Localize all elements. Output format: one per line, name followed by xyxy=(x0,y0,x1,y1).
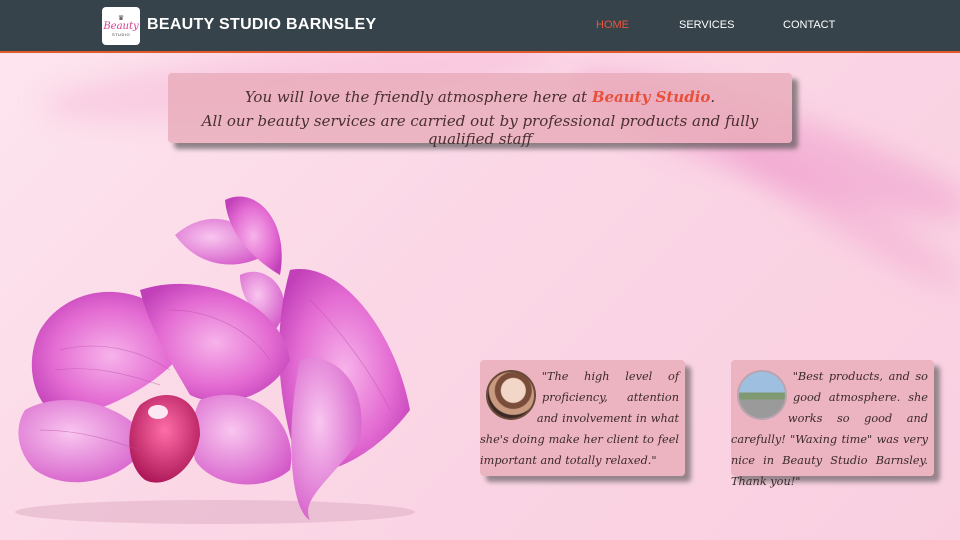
banner-text-end: . xyxy=(710,88,716,106)
top-navigation-bar: ♛ Beauty STUDIO BEAUTY STUDIO BARNSLEY H… xyxy=(0,0,960,53)
brand-title[interactable]: BEAUTY STUDIO BARNSLEY xyxy=(147,16,376,34)
testimonial-card-1: "The high level of proficiency, attentio… xyxy=(480,360,685,476)
welcome-banner: You will love the friendly atmosphere he… xyxy=(168,73,792,148)
mother-and-baby-photo xyxy=(486,370,536,420)
banner-accent-brand: Beauty Studio xyxy=(591,88,711,106)
person-on-road-photo xyxy=(737,370,787,420)
logo-sub-text: STUDIO xyxy=(111,32,131,37)
orchid-flower-image xyxy=(15,196,415,524)
testimonial-card-2: "Best products, and so good atmosphere. … xyxy=(731,360,934,488)
banner-line-2: All our beauty services are carried out … xyxy=(201,112,759,148)
banner-line-1: You will love the friendly atmosphere he… xyxy=(168,88,792,106)
nav-home[interactable]: HOME xyxy=(596,19,629,31)
studio-logo[interactable]: ♛ Beauty STUDIO xyxy=(102,7,140,45)
nav-services[interactable]: SERVICES xyxy=(679,19,734,31)
banner-text: You will love the friendly atmosphere he… xyxy=(244,88,592,106)
nav-contact[interactable]: CONTACT xyxy=(783,19,835,31)
logo-script-text: Beauty xyxy=(103,21,139,32)
